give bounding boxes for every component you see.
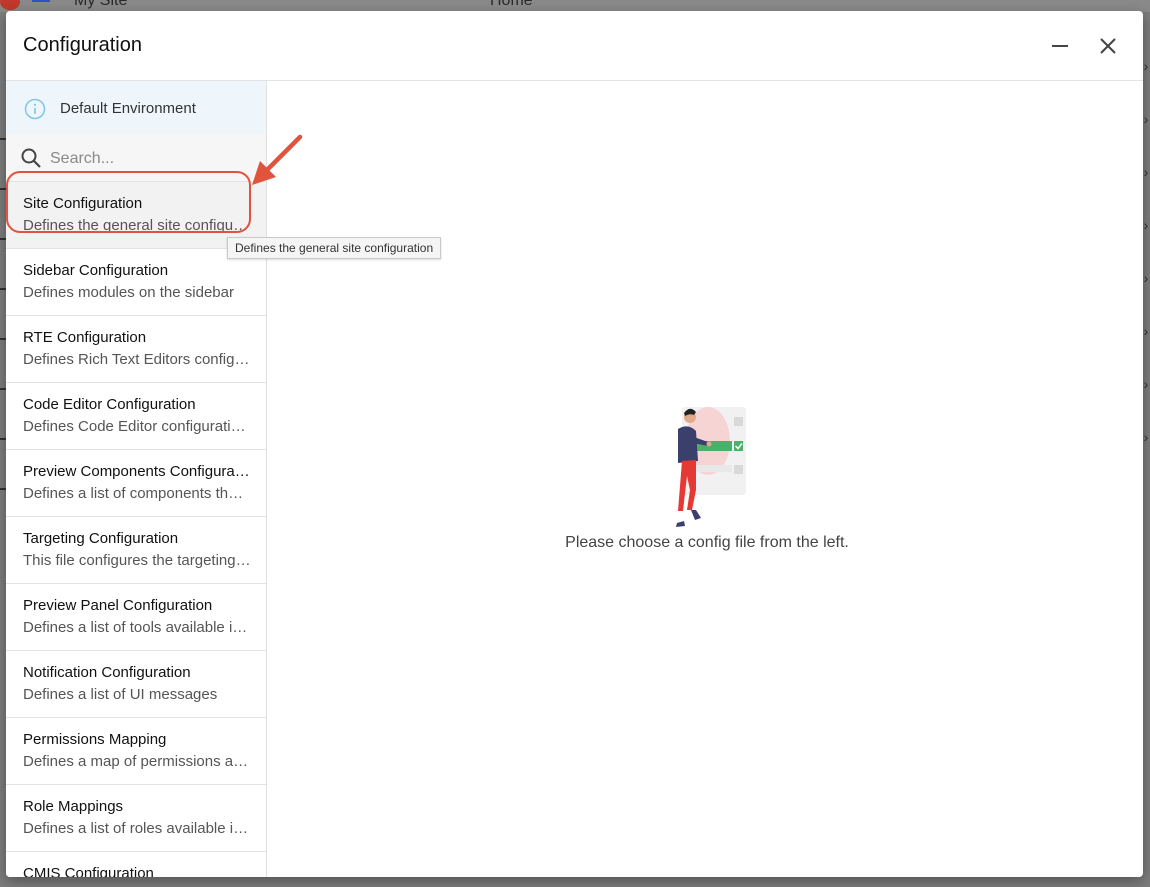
config-item-preview-components[interactable]: Preview Components Configuration Defines… bbox=[6, 450, 266, 517]
config-item-targeting[interactable]: Targeting Configuration This file config… bbox=[6, 517, 266, 584]
config-item-permissions[interactable]: Permissions Mapping Defines a map of per… bbox=[6, 718, 266, 785]
config-item-notification[interactable]: Notification Configuration Defines a lis… bbox=[6, 651, 266, 718]
config-item-title: RTE Configuration bbox=[23, 329, 147, 346]
backdrop-site-name: My Site bbox=[74, 0, 128, 9]
app-logo bbox=[0, 0, 20, 10]
search-input[interactable] bbox=[48, 144, 252, 174]
empty-state-panel: Please choose a config file from the lef… bbox=[267, 81, 1143, 877]
environment-label: Default Environment bbox=[60, 100, 196, 117]
config-item-description: Defines a map of permissions and paths bbox=[23, 753, 251, 770]
backdrop-right-chevrons: › › › › › › › › bbox=[1143, 58, 1149, 445]
config-item-description: This file configures the targeting syste… bbox=[23, 552, 251, 569]
config-item-title: CMIS Configuration bbox=[23, 865, 154, 877]
config-item-description: Defines a list of components that can be… bbox=[23, 485, 251, 502]
config-item-code-editor[interactable]: Code Editor Configuration Defines Code E… bbox=[6, 383, 266, 450]
empty-state-illustration bbox=[676, 407, 746, 527]
config-item-description: Defines modules on the sidebar bbox=[23, 284, 234, 301]
config-item-preview-panel[interactable]: Preview Panel Configuration Defines a li… bbox=[6, 584, 266, 651]
minimize-icon bbox=[1052, 45, 1068, 47]
config-item-title: Targeting Configuration bbox=[23, 530, 179, 547]
menu-icon bbox=[32, 0, 50, 2]
config-item-cmis[interactable]: CMIS Configuration bbox=[6, 852, 266, 877]
dialog-header: Configuration bbox=[6, 11, 1143, 81]
config-item-description: Defines Rich Text Editors configurations bbox=[23, 351, 251, 368]
close-button[interactable] bbox=[1093, 31, 1123, 61]
config-item-description: Defines Code Editor configurations bbox=[23, 418, 251, 435]
minimize-button[interactable] bbox=[1045, 31, 1075, 61]
config-item-title: Preview Panel Configuration bbox=[23, 597, 213, 614]
environment-banner: Default Environment bbox=[6, 81, 266, 134]
config-file-list: Site Configuration Defines the general s… bbox=[6, 182, 266, 877]
info-icon bbox=[24, 98, 46, 120]
config-item-description: Defines a list of UI messages bbox=[23, 686, 218, 703]
search-icon bbox=[21, 148, 41, 168]
config-item-description: Defines the general site configuration bbox=[23, 217, 251, 234]
config-item-title: Site Configuration bbox=[23, 195, 143, 212]
config-item-description: Defines a list of tools available in the… bbox=[23, 619, 251, 636]
search-bar bbox=[6, 134, 266, 182]
dialog-title: Configuration bbox=[23, 34, 142, 56]
config-item-title: Sidebar Configuration bbox=[23, 262, 169, 279]
empty-state-message: Please choose a config file from the lef… bbox=[565, 534, 849, 551]
config-item-title: Code Editor Configuration bbox=[23, 396, 196, 413]
backdrop-home-label: Home bbox=[490, 0, 533, 9]
config-sidebar: Default Environment Site Configuration D… bbox=[6, 81, 267, 877]
config-item-description: Defines a list of roles available in the… bbox=[23, 820, 251, 837]
config-item-rte[interactable]: RTE Configuration Defines Rich Text Edit… bbox=[6, 316, 266, 383]
config-item-title: Preview Components Configuration bbox=[23, 463, 253, 480]
close-icon bbox=[1100, 38, 1116, 54]
configuration-dialog: Configuration Default Environment Search… bbox=[6, 11, 1143, 877]
config-item-sidebar[interactable]: Sidebar Configuration Defines modules on… bbox=[6, 249, 266, 316]
config-item-title: Permissions Mapping bbox=[23, 731, 167, 748]
config-item-role-mappings[interactable]: Role Mappings Defines a list of roles av… bbox=[6, 785, 266, 852]
config-item-title: Notification Configuration bbox=[23, 664, 191, 681]
config-item-title: Role Mappings bbox=[23, 798, 124, 815]
tooltip: Defines the general site configuration bbox=[227, 237, 442, 259]
